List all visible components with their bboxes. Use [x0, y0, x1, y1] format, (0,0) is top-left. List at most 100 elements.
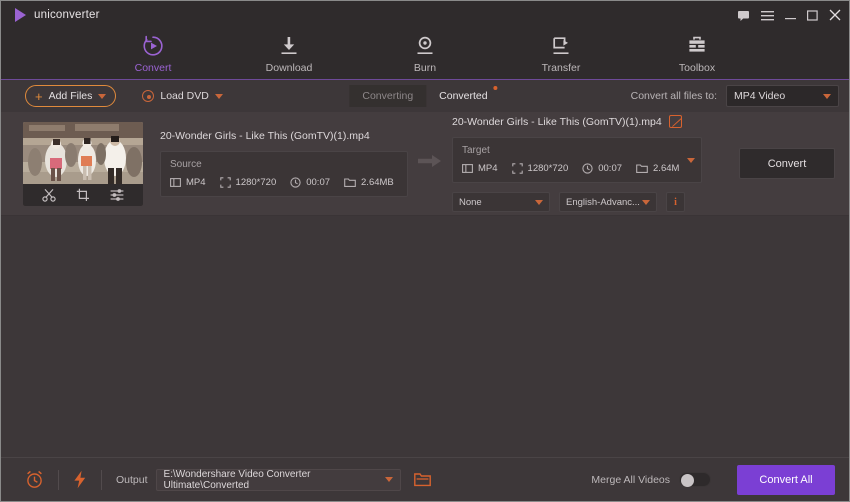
source-size: 2.64MB: [344, 177, 394, 188]
target-format-dropdown[interactable]: [680, 137, 702, 183]
effects-icon[interactable]: [110, 188, 124, 202]
app-logo-icon: [15, 8, 26, 22]
tab-converted-label: Converted: [439, 90, 488, 102]
close-icon[interactable]: [829, 9, 841, 21]
chevron-down-icon: [823, 93, 831, 99]
download-icon: [278, 35, 300, 57]
folder-icon: [344, 178, 356, 187]
title-bar: uniconverter: [1, 1, 849, 29]
minimize-icon[interactable]: [785, 10, 796, 21]
feedback-icon[interactable]: [737, 9, 750, 22]
subtitle-value: None: [459, 196, 482, 208]
output-path-select[interactable]: E:\Wondershare Video Converter Ultimate\…: [155, 468, 401, 491]
nav-label-convert: Convert: [134, 61, 172, 74]
nav-label-transfer: Transfer: [541, 61, 581, 74]
target-format: MP4: [462, 163, 498, 174]
add-files-label: Add Files: [48, 90, 93, 102]
info-icon[interactable]: i: [666, 192, 685, 212]
status-tabs: Converting Converted: [349, 85, 500, 107]
open-folder-icon[interactable]: [413, 472, 431, 487]
trim-icon[interactable]: [42, 188, 56, 202]
conversion-arrow-cell: [408, 153, 452, 174]
output-path-value: E:\Wondershare Video Converter Ultimate\…: [163, 468, 311, 491]
load-dvd-button[interactable]: Load DVD: [142, 90, 223, 102]
merge-toggle[interactable]: [679, 472, 711, 487]
target-size: 2.64MB: [636, 163, 686, 174]
toggle-knob: [681, 474, 694, 487]
target-info-box: Target MP4 1280*720 00:07 2.64MB: [452, 137, 702, 183]
target-caption: Target: [462, 145, 490, 156]
target-header: 20-Wonder Girls - Like This (GomTV)(1).m…: [452, 115, 702, 128]
chevron-down-icon: [686, 157, 695, 163]
app-title: uniconverter: [34, 9, 100, 21]
convert-all-format-group: Convert all files to: MP4 Video: [631, 85, 839, 107]
nav-label-burn: Burn: [413, 61, 437, 74]
source-info-box: Source MP4 1280*720 00:07 2.64MB: [160, 151, 408, 197]
file-list: 20-Wonder Girls - Like This (GomTV)(1).m…: [1, 112, 849, 457]
divider: [101, 469, 102, 490]
nav-tab-convert[interactable]: Convert: [111, 35, 195, 74]
thumbnail-tools: [23, 183, 143, 206]
app-brand: uniconverter: [15, 8, 100, 22]
resolution-icon: [219, 177, 231, 188]
resolution-icon: [511, 163, 523, 174]
app-window: uniconverter Convert Download Burn Trans…: [0, 0, 850, 502]
add-files-button[interactable]: + Add Files: [25, 85, 117, 107]
nav-label-download: Download: [265, 61, 313, 74]
target-meta: MP4 1280*720 00:07 2.64MB: [462, 163, 686, 174]
target-info-wrap: Target MP4 1280*720 00:07 2.64MB: [452, 137, 702, 183]
chevron-down-icon: [535, 199, 543, 205]
action-toolbar: + Add Files Load DVD Converting Converte…: [1, 80, 849, 112]
scheduler-icon[interactable]: [25, 470, 44, 489]
subtitle-select[interactable]: None: [452, 192, 550, 212]
nav-label-toolbox: Toolbox: [678, 61, 716, 74]
arrow-right-icon: [418, 153, 442, 174]
convert-button[interactable]: Convert: [739, 148, 835, 179]
source-caption: Source: [170, 159, 202, 170]
target-column: 20-Wonder Girls - Like This (GomTV)(1).m…: [452, 115, 702, 212]
high-speed-icon[interactable]: [73, 470, 87, 489]
source-meta: MP4 1280*720 00:07 2.64MB: [170, 177, 398, 188]
menu-icon[interactable]: [761, 10, 774, 21]
source-duration: 00:07: [290, 177, 330, 188]
toolbox-icon: [686, 35, 708, 57]
output-label: Output: [116, 473, 148, 486]
audio-select[interactable]: English-Advanc...: [559, 192, 657, 212]
merge-label: Merge All Videos: [591, 473, 670, 486]
output-format-select[interactable]: MP4 Video: [726, 85, 839, 107]
chevron-down-icon: [384, 477, 393, 482]
tab-converting[interactable]: Converting: [349, 85, 427, 107]
target-resolution: 1280*720: [511, 163, 568, 174]
convert-all-button[interactable]: Convert All: [737, 464, 835, 495]
tab-converted[interactable]: Converted: [426, 85, 500, 107]
chevron-down-icon[interactable]: [98, 93, 107, 99]
source-column: 20-Wonder Girls - Like This (GomTV)(1).m…: [160, 130, 408, 197]
thumbnail-image: [23, 121, 143, 184]
crop-icon[interactable]: [76, 188, 90, 202]
format-icon: [170, 178, 181, 187]
main-nav: Convert Download Burn Transfer Toolbox: [1, 29, 849, 79]
nav-tab-toolbox[interactable]: Toolbox: [655, 35, 739, 74]
convert-icon: [142, 35, 164, 57]
transfer-icon: [550, 35, 572, 57]
convert-all-to-label: Convert all files to:: [630, 90, 717, 102]
chevron-down-icon[interactable]: [214, 93, 223, 99]
nav-tab-download[interactable]: Download: [247, 35, 331, 74]
plus-icon: +: [35, 88, 43, 104]
burn-icon: [414, 35, 436, 57]
file-list-item[interactable]: 20-Wonder Girls - Like This (GomTV)(1).m…: [1, 112, 849, 216]
target-filename: 20-Wonder Girls - Like This (GomTV)(1).m…: [452, 115, 662, 128]
chevron-down-icon: [642, 199, 650, 205]
disc-icon: [142, 90, 155, 102]
nav-tab-transfer[interactable]: Transfer: [519, 35, 603, 74]
maximize-icon[interactable]: [807, 9, 818, 21]
clock-icon: [290, 177, 301, 188]
source-resolution: 1280*720: [219, 177, 276, 188]
edit-icon[interactable]: [668, 115, 682, 128]
format-icon: [462, 164, 473, 173]
window-controls: [737, 9, 841, 22]
nav-tab-burn[interactable]: Burn: [383, 35, 467, 74]
track-selectors: None English-Advanc... i: [452, 192, 702, 212]
video-thumbnail[interactable]: [23, 121, 143, 206]
folder-icon: [636, 164, 648, 173]
